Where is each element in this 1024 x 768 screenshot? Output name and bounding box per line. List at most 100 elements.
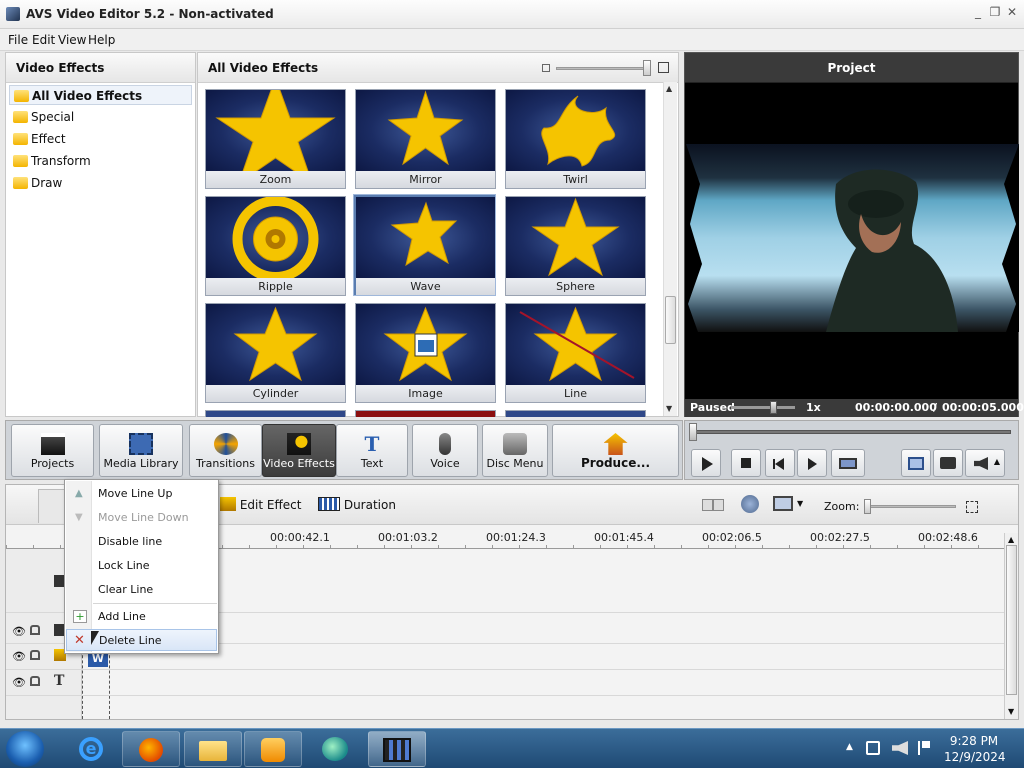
scroll-up-icon[interactable]: ▲	[1008, 535, 1014, 544]
effect-tile-twirl[interactable]: Twirl	[505, 89, 646, 189]
effect-tile-image[interactable]: Image	[355, 303, 496, 403]
menu-item-disable-line[interactable]: Disable line	[66, 531, 217, 553]
effects-scrollbar[interactable]: ▲ ▼	[663, 82, 677, 416]
volume-dropdown-icon[interactable]: ▲	[994, 457, 1000, 466]
thumbnail-size-slider-thumb[interactable]	[643, 60, 651, 76]
menu-view[interactable]: View	[58, 33, 86, 47]
lock-icon[interactable]	[30, 650, 40, 660]
lock-icon[interactable]	[30, 625, 40, 635]
ie-icon[interactable]: e	[62, 731, 120, 767]
close-icon[interactable]: ✕	[1004, 4, 1020, 20]
avs-video-editor-icon[interactable]	[368, 731, 426, 767]
zoom-slider[interactable]	[864, 505, 956, 508]
timeline-track-text[interactable]	[6, 671, 1006, 696]
eye-icon[interactable]: 👁	[12, 676, 26, 689]
effect-tile-line[interactable]: Line	[505, 303, 646, 403]
minimize-icon[interactable]: _	[970, 4, 986, 20]
category-special[interactable]: Special	[9, 107, 192, 127]
lock-icon[interactable]	[30, 676, 40, 686]
thumbnail-size-large-icon	[658, 62, 669, 73]
next-frame-button[interactable]	[797, 449, 827, 477]
menu-item-move-line-down[interactable]: ▼ Move Line Down	[66, 507, 217, 529]
scroll-thumb[interactable]	[665, 296, 676, 344]
split-icon[interactable]	[702, 499, 724, 511]
speed-slider[interactable]	[731, 406, 795, 409]
volume-button[interactable]: ▲	[965, 449, 1005, 477]
effect-tile-cylinder[interactable]: Cylinder	[205, 303, 346, 403]
clock-time[interactable]: 9:28 PM	[944, 734, 1004, 748]
flag-icon[interactable]	[918, 741, 930, 755]
speaker-muted-icon[interactable]	[892, 741, 908, 755]
voice-button[interactable]: Voice	[412, 424, 478, 477]
seek-bar[interactable]	[691, 430, 1011, 434]
menu-item-lock-line[interactable]: Lock Line	[66, 555, 217, 577]
duration-button[interactable]: Duration	[318, 497, 396, 512]
disc-menu-button[interactable]: Disc Menu	[482, 424, 548, 477]
aspect-ratio-button[interactable]	[831, 449, 865, 477]
effect-tile-ripple[interactable]: Ripple	[205, 196, 346, 296]
current-time: 00:00:00.000	[855, 401, 937, 414]
delete-icon: ✕	[74, 633, 85, 648]
folder-icon	[13, 133, 28, 145]
menu-item-move-line-up[interactable]: ▲ Move Line Up	[66, 483, 217, 505]
fit-to-window-icon[interactable]	[966, 501, 978, 513]
play-button[interactable]	[691, 449, 721, 477]
category-all-video-effects[interactable]: All Video Effects	[9, 85, 192, 105]
edit-effect-button[interactable]: Edit Effect	[220, 497, 301, 512]
zoom-slider-thumb[interactable]	[864, 499, 871, 514]
restore-icon[interactable]: ❐	[987, 4, 1003, 20]
effect-tile-sphere[interactable]: Sphere	[505, 196, 646, 296]
produce-button[interactable]: Produce...	[552, 424, 679, 477]
menu-help[interactable]: Help	[88, 33, 115, 47]
scroll-down-icon[interactable]: ▼	[1008, 707, 1014, 716]
effect-tile-zoom[interactable]: Zoom	[205, 89, 346, 189]
effect-tile-partial[interactable]	[505, 410, 646, 417]
clock-date[interactable]: 12/9/2024	[944, 750, 1006, 764]
scroll-up-icon[interactable]: ▲	[666, 84, 675, 93]
voice-record-icon[interactable]	[741, 495, 759, 513]
stop-icon	[741, 458, 751, 468]
category-transform[interactable]: Transform	[9, 151, 192, 171]
monitor-dropdown-icon[interactable]: ▼	[797, 499, 803, 508]
scroll-down-icon[interactable]: ▼	[666, 404, 675, 413]
network-icon[interactable]	[866, 741, 880, 755]
app-icon[interactable]	[306, 731, 364, 767]
effect-label: Image	[356, 385, 495, 402]
effect-tile-partial[interactable]	[205, 410, 346, 417]
stop-button[interactable]	[731, 449, 761, 477]
media-library-button[interactable]: Media Library	[99, 424, 183, 477]
timeline-vscroll[interactable]: ▲ ▼	[1004, 533, 1018, 719]
previous-frame-button[interactable]	[765, 449, 795, 477]
start-button[interactable]	[6, 731, 44, 767]
projects-button[interactable]: Projects	[11, 424, 94, 477]
video-effects-button[interactable]: Video Effects	[262, 424, 336, 477]
seek-thumb[interactable]	[689, 423, 697, 441]
monitor-icon[interactable]	[773, 496, 793, 511]
explorer-icon[interactable]	[184, 731, 242, 767]
transitions-button[interactable]: Transitions	[189, 424, 262, 477]
category-effect[interactable]: Effect	[9, 129, 192, 149]
menu-item-clear-line[interactable]: Clear Line	[66, 579, 217, 601]
effect-tile-partial[interactable]	[355, 410, 496, 417]
scroll-thumb[interactable]	[1006, 545, 1017, 695]
fullscreen-button[interactable]	[901, 449, 931, 477]
menu-edit[interactable]: Edit	[32, 33, 55, 47]
menu-file[interactable]: File	[8, 33, 28, 47]
effect-thumbnail	[356, 197, 495, 278]
text-button[interactable]: T Text	[336, 424, 408, 477]
effect-tile-wave[interactable]: Wave	[354, 195, 495, 295]
menu-item-add-line[interactable]: + Add Line	[66, 606, 217, 628]
duration-icon	[318, 497, 340, 511]
eye-icon[interactable]: 👁	[12, 625, 26, 638]
category-draw[interactable]: Draw	[9, 173, 192, 193]
speed-slider-thumb[interactable]	[770, 401, 777, 414]
effect-tile-mirror[interactable]: Mirror	[355, 89, 496, 189]
thumbnail-size-slider[interactable]	[556, 67, 648, 70]
eye-icon[interactable]: 👁	[12, 650, 26, 663]
firefox-icon[interactable]	[122, 731, 180, 767]
effect-thumbnail	[506, 90, 645, 171]
media-player-icon[interactable]	[244, 731, 302, 767]
menu-item-delete-line[interactable]: ✕ Delete Line	[66, 629, 217, 651]
show-hidden-icons[interactable]: ▲	[846, 742, 853, 752]
snapshot-button[interactable]	[933, 449, 963, 477]
